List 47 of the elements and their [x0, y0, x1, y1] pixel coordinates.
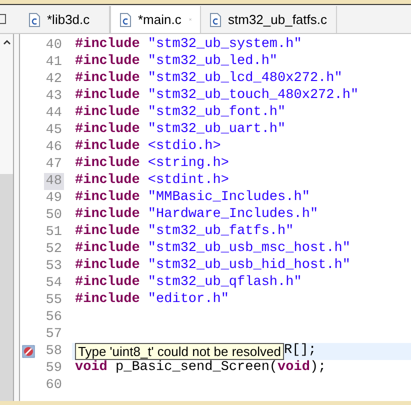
line-number: 47	[44, 156, 63, 173]
line-number: 57	[44, 326, 63, 343]
line-number: 59	[44, 360, 63, 377]
chevron-up-icon[interactable]	[2, 39, 10, 45]
minimize-icon[interactable]	[0, 14, 6, 24]
line-number: 41	[44, 54, 63, 71]
line-number: 48	[44, 173, 64, 190]
line-number: 45	[44, 122, 63, 139]
line-number: 52	[44, 241, 63, 258]
code-line: #include "stm32_ub_led.h"	[75, 53, 278, 71]
code-line: #include "stm32_ub_touch_480x272.h"	[75, 87, 359, 105]
line-number: 40	[44, 37, 63, 54]
code-line: #include "stm32_ub_usb_hid_host.h"	[75, 257, 350, 275]
line-number: 44	[44, 105, 63, 122]
line-number: 51	[44, 224, 63, 241]
line-number: 42	[44, 71, 63, 88]
error-tooltip: Type 'uint8_t' could not be resolved	[75, 343, 284, 360]
code-line: #include "editor.h"	[75, 291, 229, 310]
line-number: 54	[44, 275, 63, 292]
code-line: #include <stdint.h>	[75, 172, 229, 190]
code-line: #include "stm32_ub_usb_msc_host.h"	[75, 240, 350, 258]
code-line: #include "Hardware_Includes.h"	[75, 206, 318, 224]
line-number: 43	[44, 88, 63, 105]
line-number: 56	[44, 309, 63, 326]
line-number: 46	[44, 139, 63, 156]
c-file-icon	[209, 12, 222, 26]
code-line: #include <string.h>	[75, 155, 229, 173]
line-number: 53	[44, 258, 63, 275]
code-line: void p_Basic_send_Screen(void);	[75, 359, 326, 378]
code-line: #include "stm32_ub_font.h"	[75, 104, 286, 122]
code-line: #include "stm32_ub_qflash.h"	[75, 274, 302, 292]
c-file-icon	[28, 12, 41, 26]
error-icon	[22, 345, 34, 358]
code-line: #include <stdio.h>	[75, 138, 221, 156]
code-line: R[];	[284, 342, 316, 360]
line-number: 50	[44, 207, 63, 224]
line-number: 58	[44, 343, 63, 360]
code-line: #include "stm32_ub_uart.h"	[75, 121, 286, 139]
line-number: 49	[44, 190, 63, 207]
editor-tab[interactable]: *main.c	[110, 6, 201, 33]
code-line: #include "MMBasic_Includes.h"	[75, 189, 310, 207]
line-number: 55	[44, 292, 63, 309]
line-number: 60	[44, 377, 63, 394]
c-file-icon	[119, 12, 132, 26]
code-line: #include "stm32_ub_fatfs.h"	[75, 223, 294, 241]
code-line: #include "stm32_ub_system.h"	[75, 36, 302, 54]
code-line: #include "stm32_ub_lcd_480x272.h"	[75, 70, 342, 88]
